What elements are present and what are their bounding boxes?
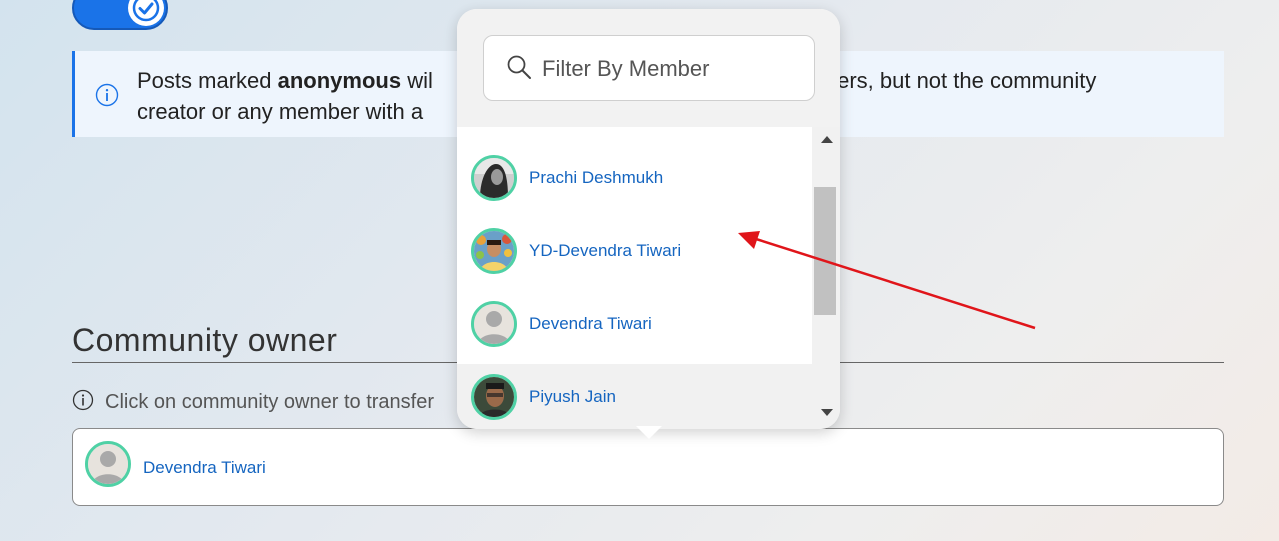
dropdown-pointer: [636, 426, 662, 439]
member-item[interactable]: Devendra Tiwari: [457, 291, 812, 357]
member-item[interactable]: Prachi Deshmukh: [457, 145, 812, 211]
member-list-scrollbar[interactable]: [812, 127, 840, 429]
dropdown-header: [457, 9, 840, 127]
member-item[interactable]: Piyush Jain: [457, 364, 812, 429]
owner-name[interactable]: Devendra Tiwari: [143, 458, 266, 478]
member-name: YD-Devendra Tiwari: [529, 241, 682, 260]
member-search-input[interactable]: [542, 52, 802, 86]
scroll-down-arrow-icon[interactable]: [821, 409, 833, 416]
member-list: Prachi Deshmukh YD-Devendra Tiwari Deven…: [457, 137, 812, 429]
check-icon: [132, 0, 160, 22]
scroll-up-arrow-icon[interactable]: [821, 136, 833, 143]
owner-avatar: [85, 441, 131, 487]
member-item[interactable]: YD-Devendra Tiwari: [457, 218, 812, 284]
community-owner-selector[interactable]: Devendra Tiwari: [72, 428, 1224, 506]
member-avatar: [471, 155, 517, 201]
search-icon: [506, 54, 532, 85]
member-avatar: [471, 301, 517, 347]
community-owner-title: Community owner: [72, 322, 338, 358]
member-name: Devendra Tiwari: [529, 314, 652, 333]
toggle-knob: [128, 0, 164, 26]
member-search-box[interactable]: [483, 35, 815, 101]
member-avatar: [471, 374, 517, 420]
hint-text: Click on community owner to transfer: [105, 391, 435, 413]
member-avatar: [471, 228, 517, 274]
anonymous-bold: anonymous: [277, 68, 402, 93]
info-icon: [72, 389, 94, 416]
scroll-thumb[interactable]: [814, 187, 836, 315]
member-name: Prachi Deshmukh: [529, 168, 664, 187]
info-icon: [95, 83, 119, 112]
member-name: Piyush Jain: [529, 387, 616, 406]
community-owner-hint: Click on community owner to transfer: [72, 389, 434, 416]
member-dropdown: Prachi Deshmukh YD-Devendra Tiwari: [457, 9, 840, 429]
anonymous-toggle[interactable]: [72, 0, 168, 30]
